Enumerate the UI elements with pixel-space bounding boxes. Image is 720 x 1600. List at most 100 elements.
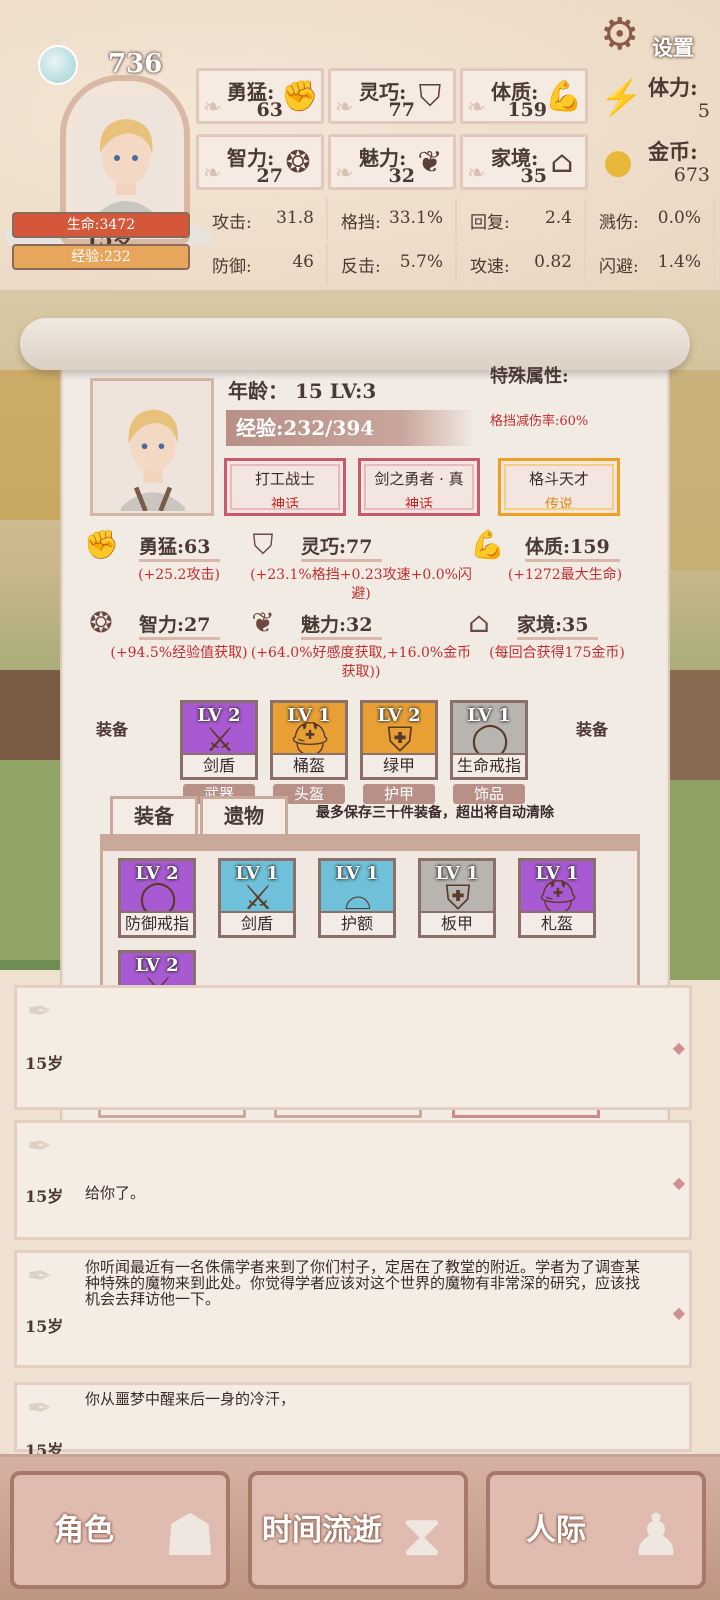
avatar-box[interactable]: 736 15岁	[6, 45, 210, 251]
equipped-slot[interactable]: LV 1 ⛑ 桶盔	[270, 700, 348, 780]
log-entry: ✒ 15岁 给你了。 ◆	[14, 1120, 692, 1240]
attribute-name: 灵巧:77	[301, 532, 383, 562]
combat-key: 溅伤:	[599, 213, 639, 233]
log-entry: ✒ 15岁 你听闻最近有一名侏儒学者来到了你们村子，定居在了教堂的附近。学者为了…	[14, 1250, 692, 1368]
inventory-band	[103, 837, 637, 851]
spirit-icon	[38, 45, 78, 85]
stat-value: 159	[507, 99, 547, 121]
inventory-item[interactable]: LV 1 ⛑ 札盔	[518, 858, 596, 938]
special-attr-value: 格挡减伤率:60%	[490, 414, 589, 429]
resource-label: 金币:	[648, 139, 698, 164]
attribute-desc: (+1272最大生命)	[507, 567, 623, 583]
flower-icon: ❦	[417, 145, 443, 180]
equipped-slot[interactable]: LV 2 ⚔ 剑盾	[180, 700, 258, 780]
inventory-item[interactable]: LV 1 ⌓ 护额	[318, 858, 396, 938]
exp-bar: 经验:232	[12, 244, 190, 270]
trait-name: 格斗天才	[528, 470, 589, 488]
inventory-item[interactable]: LV 1 ⛨ 板甲	[418, 858, 496, 938]
trait-card[interactable]: 打工战士 神话	[224, 458, 346, 516]
diamond-icon: ◆	[672, 1303, 685, 1322]
special-attr-title: 特殊属性:	[490, 366, 569, 387]
log-age: 15岁	[25, 1317, 64, 1336]
combat-value: 0.82	[534, 252, 572, 272]
quill-icon: ✒	[27, 994, 53, 1029]
character-header: 736 15岁 生命:3472 经验:232 ❧ 勇猛: 63 ✊ ❧ 灵巧: 77 ⛉ ❧ 体质…	[0, 0, 720, 290]
log-entry: ✒ 15岁 你从噩梦中醒来后一身的冷汗，	[14, 1382, 692, 1460]
trait-rarity: 传说	[545, 497, 573, 513]
stat-card[interactable]: ❧ 体质: 159 💪	[460, 68, 588, 124]
attribute-name: 体质:159	[525, 532, 620, 562]
gear-icon[interactable]: ⚙	[600, 12, 646, 58]
combat-key: 防御:	[212, 257, 252, 277]
stat-card[interactable]: ❧ 家境: 35 ⌂	[460, 134, 588, 190]
leaf-deco-icon: ❧	[203, 95, 222, 120]
resource-card: ● 金币: 673	[600, 134, 710, 190]
attribute-name: 勇猛:63	[139, 532, 221, 562]
attribute-desc: (+64.0%好感度获取,+16.0%金币获取))	[250, 645, 472, 680]
equipped-slot[interactable]: LV 2 ⛨ 绿甲	[360, 700, 438, 780]
tab-equipment[interactable]: 装备	[110, 796, 198, 834]
attribute-name: 智力:27	[139, 610, 221, 640]
stat-value: 32	[388, 165, 415, 187]
combat-key: 格挡:	[341, 213, 381, 233]
flower-icon: ❦	[251, 606, 275, 639]
attribute-block: ❦ 魅力:32 (+64.0%好感度获取,+16.0%金币获取))	[246, 606, 476, 686]
trait-card[interactable]: 格斗天才 传说	[498, 458, 620, 516]
diamond-icon: ◆	[672, 1038, 685, 1057]
tab-relics[interactable]: 遗物	[200, 796, 288, 834]
lightning-icon: ⚡	[600, 78, 643, 118]
log-age: 15岁	[25, 1054, 64, 1073]
nav-time-pass[interactable]: 时间流逝 ⧗	[248, 1471, 468, 1589]
trait-rarity: 神话	[271, 497, 299, 513]
character-portrait-large	[107, 389, 199, 511]
item-name: 防御戒指	[121, 911, 193, 935]
settings-button[interactable]: 设置	[652, 32, 694, 62]
nav-character[interactable]: 角色 ☗	[10, 1471, 230, 1589]
combat-value: 33.1%	[388, 208, 443, 228]
combat-value: 5.7%	[399, 252, 443, 272]
stat-card[interactable]: ❧ 智力: 27 ❂	[196, 134, 324, 190]
age-level-line: 年龄： 15 LV:3	[228, 379, 377, 403]
combat-value: 31.8	[276, 208, 314, 228]
stat-card[interactable]: ❧ 灵巧: 77 ⛉	[328, 68, 456, 124]
trait-card[interactable]: 剑之勇者 · 真神话	[358, 458, 480, 516]
nav-social-label: 人际	[526, 1513, 586, 1548]
log-text: 给你了。	[85, 1184, 146, 1202]
equip-label-left: 装备	[96, 720, 129, 739]
quill-icon: ✒	[27, 1259, 53, 1294]
attribute-name: 家境:35	[517, 610, 599, 640]
hp-bar: 生命:3472	[12, 212, 190, 238]
stat-value: 77	[388, 99, 415, 121]
equipped-slot[interactable]: LV 1 ◯ 生命戒指	[450, 700, 528, 780]
muscle-icon: 💪	[545, 79, 583, 114]
fist-icon: ✊	[281, 79, 319, 114]
combat-stat: 防御: 46	[200, 242, 328, 284]
combat-key: 回复:	[470, 213, 510, 233]
inventory-item[interactable]: LV 2 ◯ 防御戒指	[118, 858, 196, 938]
leaf-deco-icon: ❧	[335, 95, 354, 120]
combat-stats: 攻击: 31.8 格挡: 33.1% 回复: 2.4 溅伤: 0.0% 防御: 46 反击: 5.7%…	[200, 198, 715, 286]
item-name: 板甲	[421, 911, 493, 935]
stat-card[interactable]: ❧ 勇猛: 63 ✊	[196, 68, 324, 124]
attribute-name: 魅力:32	[301, 610, 383, 640]
resource-value: 673	[673, 164, 710, 186]
nav-social[interactable]: 人际 ♟	[486, 1471, 706, 1589]
quill-icon: ✒	[27, 1391, 53, 1426]
trait-name: 剑之勇者 · 真	[374, 470, 464, 488]
nav-time-pass-label: 时间流逝	[262, 1513, 382, 1548]
item-name: 绿甲	[363, 753, 435, 777]
nav-character-label: 角色	[54, 1513, 114, 1548]
leaf-deco-icon: ❧	[203, 161, 222, 186]
combat-value: 0.0%	[657, 208, 701, 228]
attribute-desc: (+23.1%格挡+0.23攻速+0.0%闪避)	[250, 567, 472, 602]
stat-card[interactable]: ❧ 魅力: 32 ❦	[328, 134, 456, 190]
combat-stat: 攻击: 31.8	[200, 198, 328, 240]
inventory-item[interactable]: LV 1 ⚔ 剑盾	[218, 858, 296, 938]
inventory-tip: 最多保存三十件装备，超出将自动清除	[316, 805, 554, 821]
attribute-block: 💪 体质:159 (+1272最大生命)	[470, 528, 660, 608]
slot-type-tag: 饰品	[453, 784, 525, 804]
slot-type-tag: 护甲	[363, 784, 435, 804]
log-text: 你从噩梦中醒来后一身的冷汗，	[85, 1390, 296, 1408]
item-name: 剑盾	[221, 911, 293, 935]
character-icon: ☗	[164, 1501, 216, 1569]
